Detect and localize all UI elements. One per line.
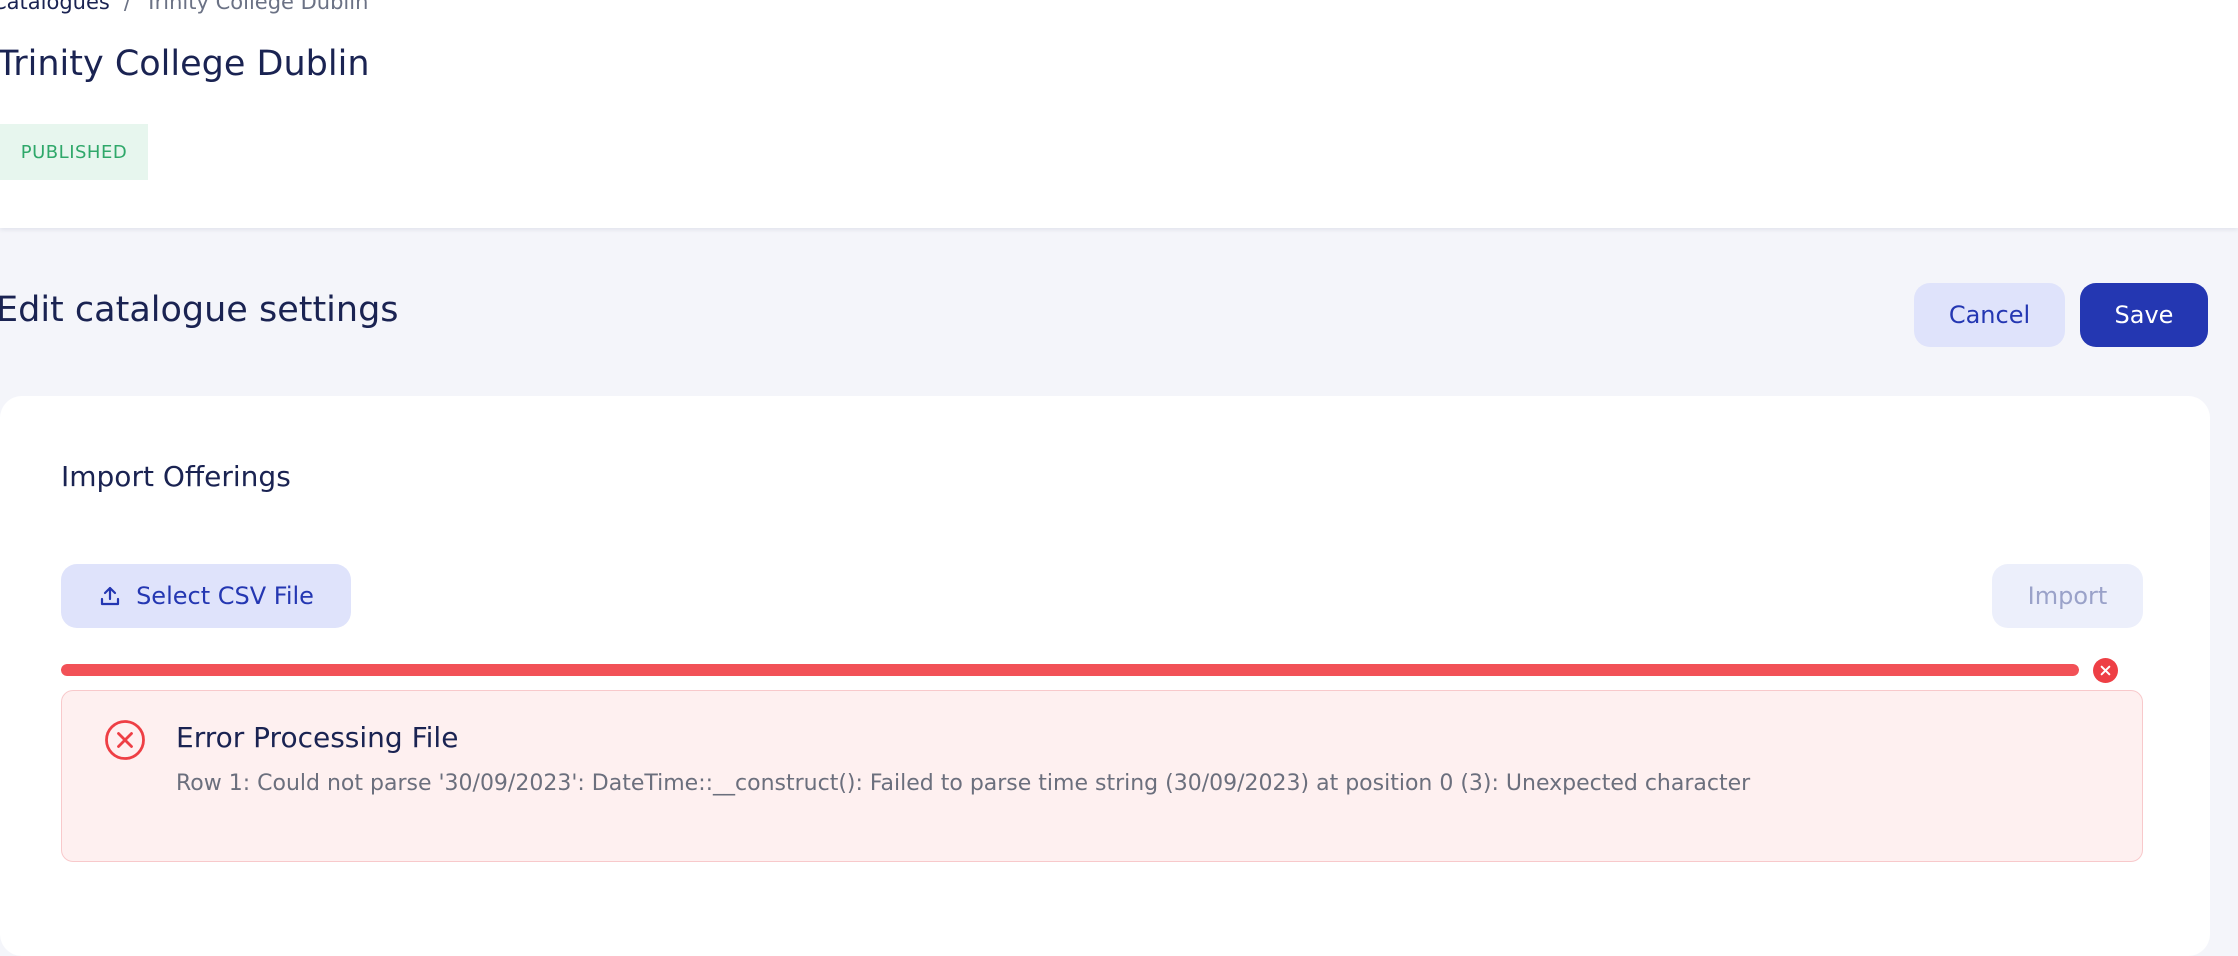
upload-icon	[98, 584, 122, 608]
select-csv-label: Select CSV File	[136, 582, 314, 610]
section-title: Edit catalogue settings	[0, 290, 399, 330]
page-header: Catalogues / Trinity College Dublin Trinit…	[0, 0, 2238, 228]
save-button[interactable]: Save	[2080, 283, 2208, 347]
breadcrumb-current: Trinity College Dublin	[144, 0, 369, 14]
cancel-button[interactable]: Cancel	[1914, 283, 2065, 347]
close-icon[interactable]	[2093, 658, 2118, 683]
page-title: Trinity College Dublin	[0, 44, 370, 84]
select-csv-button[interactable]: Select CSV File	[61, 564, 351, 628]
error-title: Error Processing File	[176, 721, 459, 754]
upload-progress-fill	[61, 664, 2079, 676]
breadcrumb-separator: /	[123, 0, 131, 14]
import-button[interactable]: Import	[1992, 564, 2143, 628]
status-badge: PUBLISHED	[0, 124, 148, 180]
import-title: Import Offerings	[61, 460, 291, 493]
error-circle-icon	[104, 719, 146, 761]
import-card: Import Offerings Select CSV File Import …	[0, 396, 2210, 956]
error-alert: Error Processing File Row 1: Could not p…	[61, 690, 2143, 862]
error-message: Row 1: Could not parse '30/09/2023': Dat…	[176, 771, 1751, 796]
upload-progress-bar	[61, 664, 2079, 676]
breadcrumb: Catalogues / Trinity College Dublin	[0, 0, 368, 14]
breadcrumb-link-catalogues[interactable]: Catalogues	[0, 0, 110, 14]
